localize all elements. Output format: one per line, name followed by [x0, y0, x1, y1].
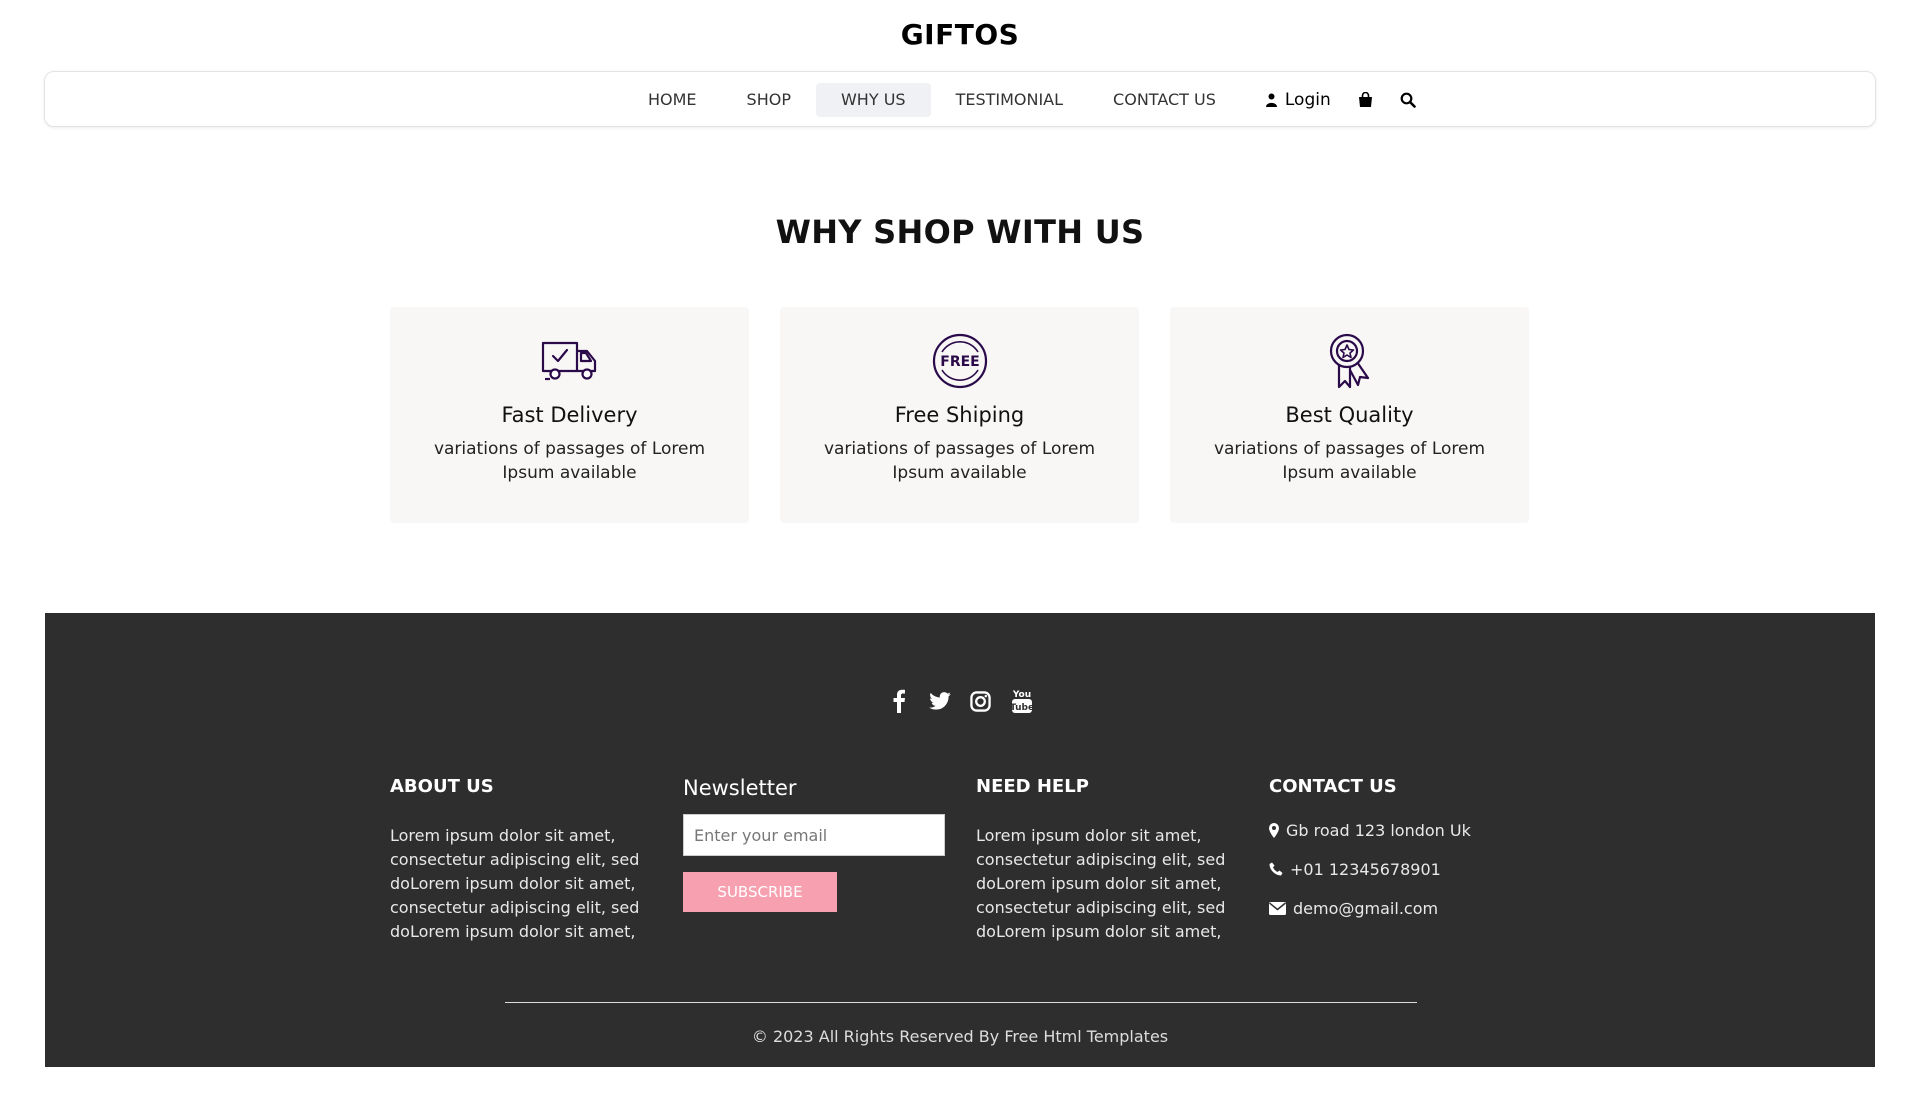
feature-card: Fast Delivery variations of passages of … — [390, 307, 749, 523]
shopping-bag-icon[interactable] — [1357, 91, 1375, 109]
feature-card: Best Quality variations of passages of L… — [1170, 307, 1529, 523]
contact-phone[interactable]: +01 12345678901 — [1269, 858, 1562, 880]
map-marker-icon — [1269, 822, 1279, 838]
user-icon — [1265, 93, 1277, 107]
feature-card: FREE Free Shiping variations of passages… — [780, 307, 1139, 523]
envelope-icon — [1269, 901, 1286, 915]
nav-menu: HOME SHOP WHY US TESTIMONIAL CONTACT US … — [623, 83, 1441, 117]
feature-text: variations of passages of Lorem Ipsum av… — [1213, 439, 1486, 483]
contact-heading: CONTACT US — [1269, 776, 1397, 797]
newsletter-heading: Newsletter — [683, 776, 797, 800]
brand-logo[interactable]: GIFTOS — [0, 18, 1920, 51]
newsletter-column: Newsletter SUBSCRIBE — [683, 776, 976, 944]
about-text: Lorem ipsum dolor sit amet, consectetur … — [390, 826, 640, 941]
footer-divider — [505, 1002, 1417, 1003]
nav-testimonial[interactable]: TESTIMONIAL — [931, 83, 1088, 117]
nav-user-options: Login — [1265, 90, 1441, 110]
feature-title: Best Quality — [1285, 403, 1414, 427]
why-section-title: WHY SHOP WITH US — [775, 213, 1145, 251]
address-text: Gb road 123 london Uk — [1286, 820, 1471, 840]
contact-address[interactable]: Gb road 123 london Uk — [1269, 819, 1562, 841]
nav-shop[interactable]: SHOP — [722, 83, 816, 117]
about-column: ABOUT US Lorem ipsum dolor sit amet, con… — [390, 776, 683, 944]
features-row: Fast Delivery variations of passages of … — [390, 307, 1530, 523]
search-icon[interactable] — [1399, 91, 1417, 109]
about-heading: ABOUT US — [390, 776, 494, 797]
quality-ribbon-icon — [1170, 331, 1529, 391]
svg-text:You: You — [1011, 690, 1030, 700]
feature-text: variations of passages of Lorem Ipsum av… — [823, 439, 1096, 483]
facebook-icon[interactable] — [887, 687, 910, 715]
main-navbar: HOME SHOP WHY US TESTIMONIAL CONTACT US … — [44, 71, 1876, 127]
free-badge-icon: FREE — [780, 331, 1139, 391]
help-heading: NEED HELP — [976, 776, 1089, 797]
phone-icon — [1269, 862, 1283, 876]
youtube-icon[interactable]: You Tube — [1010, 687, 1033, 715]
nav-why-us[interactable]: WHY US — [815, 83, 931, 117]
copyright-text: © 2023 All Rights Reserved By Free Html … — [751, 1027, 1169, 1046]
twitter-icon[interactable] — [928, 687, 951, 715]
newsletter-email-input[interactable] — [683, 814, 945, 856]
login-link[interactable]: Login — [1265, 90, 1331, 110]
nav-contact-us[interactable]: CONTACT US — [1088, 83, 1241, 117]
login-label: Login — [1284, 90, 1331, 110]
phone-text: +01 12345678901 — [1290, 859, 1441, 879]
delivery-truck-icon — [390, 331, 749, 391]
svg-text:Tube: Tube — [1011, 703, 1033, 713]
help-column: NEED HELP Lorem ipsum dolor sit amet, co… — [976, 776, 1269, 944]
help-text: Lorem ipsum dolor sit amet, consectetur … — [976, 826, 1226, 941]
subscribe-button[interactable]: SUBSCRIBE — [683, 872, 837, 912]
email-text: demo@gmail.com — [1293, 898, 1439, 918]
svg-text:FREE: FREE — [940, 354, 979, 370]
footer-columns: ABOUT US Lorem ipsum dolor sit amet, con… — [390, 776, 1562, 944]
feature-title: Free Shiping — [894, 403, 1025, 427]
nav-home[interactable]: HOME — [623, 83, 722, 117]
social-links: You Tube — [45, 687, 1875, 715]
feature-title: Fast Delivery — [501, 403, 638, 427]
instagram-icon[interactable] — [969, 687, 992, 715]
site-footer: You Tube ABOUT US Lorem ipsum dolor sit a… — [45, 613, 1875, 1067]
feature-text: variations of passages of Lorem Ipsum av… — [433, 439, 706, 483]
contact-email[interactable]: demo@gmail.com — [1269, 897, 1562, 919]
contact-column: CONTACT US Gb road 123 london Uk +01 123… — [1269, 776, 1562, 944]
